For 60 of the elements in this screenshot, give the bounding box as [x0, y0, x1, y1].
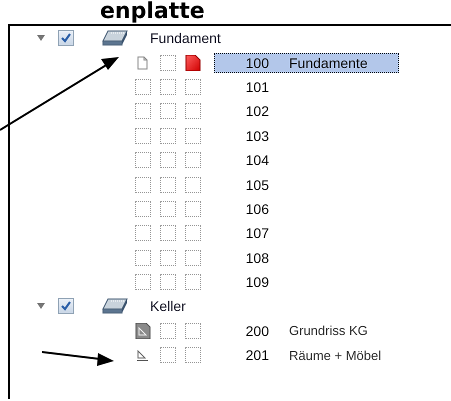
expand-arrow-icon[interactable]	[36, 301, 46, 312]
empty-slot[interactable]	[185, 347, 201, 364]
empty-slot[interactable]	[185, 250, 201, 266]
empty-slot[interactable]	[160, 225, 176, 242]
item-number: 109	[244, 274, 269, 290]
empty-slot[interactable]	[160, 78, 176, 95]
empty-slot[interactable]	[135, 176, 151, 193]
empty-slot[interactable]	[135, 128, 151, 144]
empty-slot[interactable]	[160, 200, 176, 217]
item-number: 105	[244, 176, 269, 193]
heading-text: enplatte	[100, 0, 205, 24]
set-square-icon[interactable]	[135, 347, 151, 364]
layer-checkbox[interactable]	[58, 30, 74, 46]
empty-slot[interactable]	[160, 176, 176, 193]
item-number: 108	[244, 250, 269, 266]
empty-slot[interactable]	[185, 152, 201, 168]
item-number: 104	[244, 152, 269, 168]
empty-slot[interactable]	[185, 176, 201, 193]
item-number: 106	[244, 200, 269, 217]
item-number: 103	[244, 128, 269, 144]
empty-slot[interactable]	[185, 225, 201, 242]
empty-slot[interactable]	[160, 250, 176, 266]
empty-slot[interactable]	[160, 274, 176, 290]
empty-slot[interactable]	[135, 152, 151, 168]
empty-slot[interactable]	[185, 103, 201, 120]
empty-slot[interactable]	[135, 103, 151, 120]
item-name: Räume + Möbel	[289, 348, 382, 363]
layer-icon	[102, 298, 128, 314]
item-number: 101	[244, 78, 269, 95]
item-name: Fundamente	[289, 54, 368, 71]
item-number: 100	[244, 54, 269, 71]
empty-slot[interactable]	[185, 274, 201, 290]
filled-page-icon[interactable]	[185, 54, 201, 71]
empty-slot[interactable]	[135, 200, 151, 217]
empty-slot[interactable]	[160, 152, 176, 168]
item-name: Grundriss KG	[289, 323, 368, 338]
empty-slot[interactable]	[185, 128, 201, 144]
layer-icon	[102, 30, 128, 46]
item-number: 200	[244, 322, 269, 339]
layer-name[interactable]: Fundament	[150, 30, 221, 46]
expand-arrow-icon[interactable]	[36, 33, 46, 44]
drafting-page-icon[interactable]	[135, 322, 151, 339]
empty-slot[interactable]	[135, 225, 151, 242]
empty-slot[interactable]	[135, 274, 151, 290]
empty-slot[interactable]	[160, 128, 176, 144]
empty-slot[interactable]	[185, 322, 201, 339]
empty-slot[interactable]	[160, 347, 176, 364]
empty-slot[interactable]	[185, 200, 201, 217]
empty-slot[interactable]	[135, 250, 151, 266]
item-number: 102	[244, 103, 269, 120]
empty-slot[interactable]	[135, 78, 151, 95]
empty-slot[interactable]	[160, 54, 176, 71]
layer-name[interactable]: Keller	[150, 298, 186, 314]
empty-slot[interactable]	[185, 78, 201, 95]
item-number: 107	[244, 225, 269, 242]
empty-slot[interactable]	[160, 322, 176, 339]
item-number: 201	[244, 347, 269, 364]
layer-checkbox[interactable]	[58, 298, 74, 314]
selected-item-highlight[interactable]: 100 Fundamente	[214, 52, 399, 73]
empty-slot[interactable]	[160, 103, 176, 120]
